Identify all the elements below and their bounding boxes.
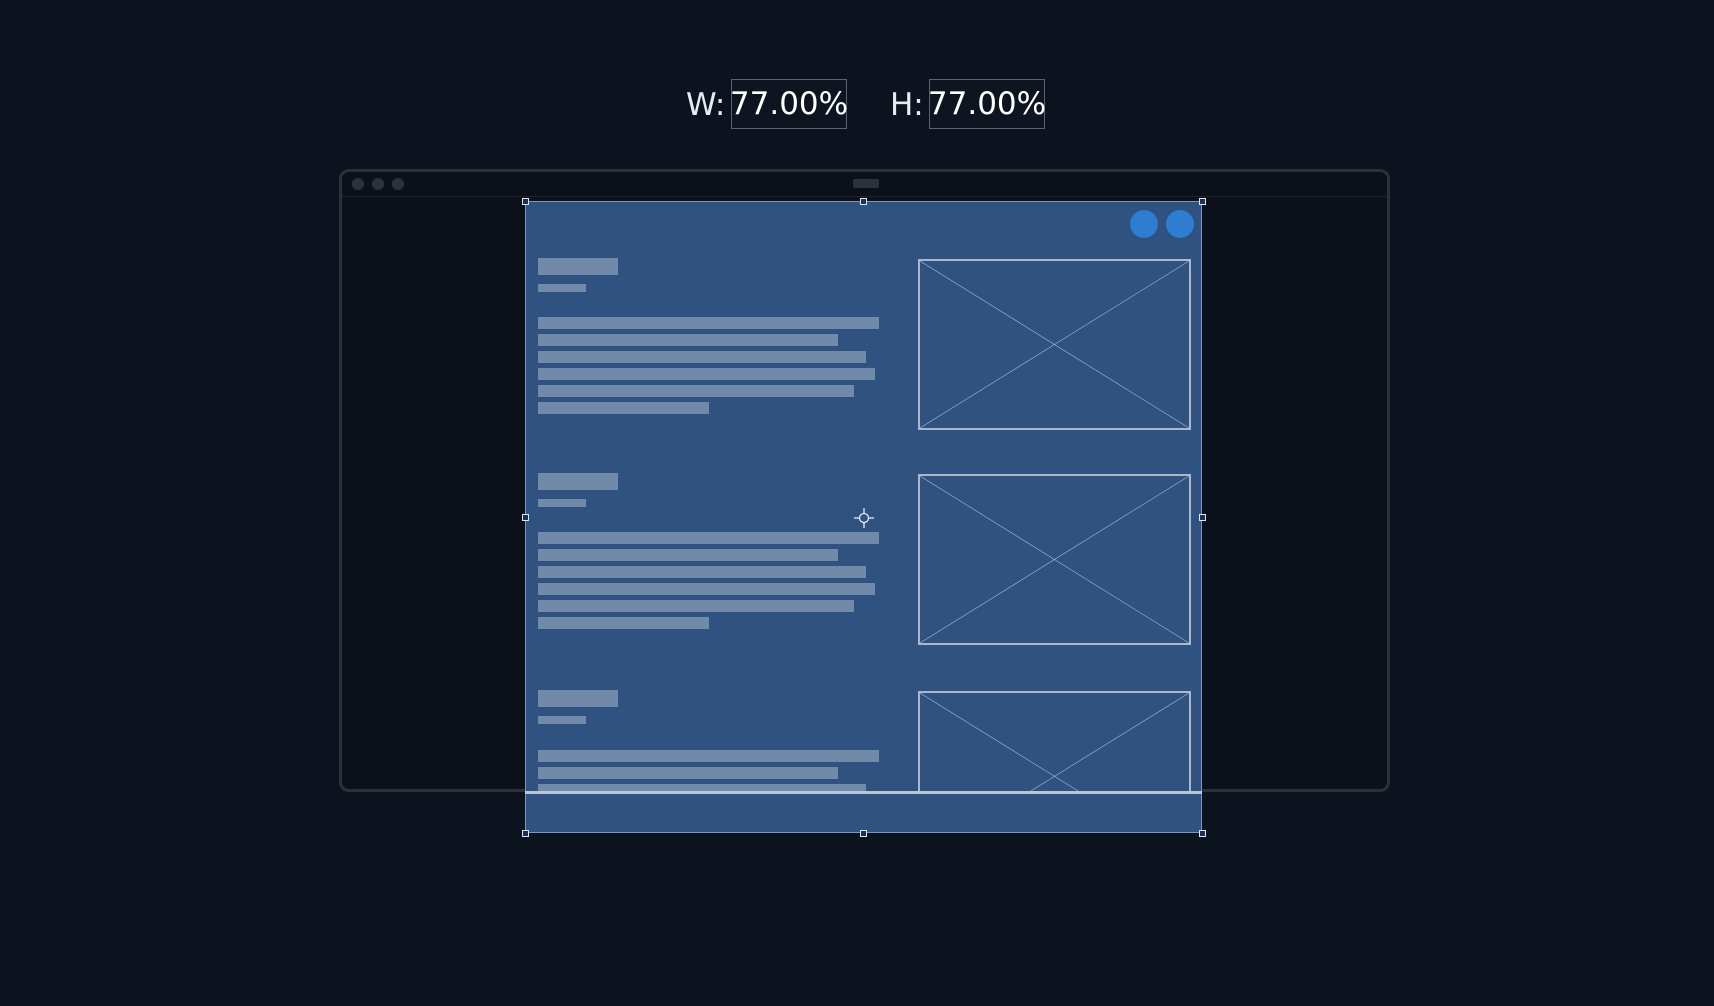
resize-handle-top-left[interactable] [522,198,529,205]
window-maximize-dot [392,178,404,190]
text-line-placeholder [538,566,866,578]
text-line-placeholder [538,532,879,544]
text-line-placeholder [538,334,838,346]
address-bar-placeholder [853,179,879,188]
height-input[interactable]: 77.00% [928,79,1046,129]
image-placeholder-icon [920,693,1189,793]
image-placeholder-icon [920,476,1189,643]
resize-handle-top[interactable] [860,198,867,205]
resize-handle-bottom[interactable] [860,830,867,837]
text-line-placeholder [538,317,879,329]
avatar-placeholder-1 [1130,210,1158,238]
text-line-placeholder [538,368,875,380]
image-placeholder-icon [920,261,1189,428]
window-close-dot [352,178,364,190]
avatar-placeholder-2 [1166,210,1194,238]
crosshair-icon[interactable] [854,508,874,528]
image-placeholder [918,691,1191,793]
width-input[interactable]: 77.00% [730,79,848,129]
heading-placeholder [538,258,618,275]
text-line-placeholder [538,600,854,612]
image-placeholder [918,259,1191,430]
resize-handle-top-right[interactable] [1199,198,1206,205]
text-line-placeholder [538,385,854,397]
dimension-readout: W: 77.00% H: 77.00% [0,79,1714,131]
image-placeholder [918,474,1191,645]
heading-placeholder [538,473,618,490]
height-label: H: [890,87,924,123]
window-titlebar [342,172,1387,197]
text-line-placeholder [538,750,879,762]
heading-placeholder [538,690,618,707]
resize-handle-bottom-right[interactable] [1199,830,1206,837]
text-line-placeholder [538,617,709,629]
width-label: W: [686,87,726,123]
text-line-placeholder [538,583,875,595]
window-bottom-edge [525,791,1202,794]
window-minimize-dot [372,178,384,190]
subheading-placeholder [538,499,586,507]
subheading-placeholder [538,284,586,292]
text-line-placeholder [538,549,838,561]
resize-handle-left[interactable] [522,514,529,521]
subheading-placeholder [538,716,586,724]
text-line-placeholder [538,351,866,363]
resize-handle-bottom-left[interactable] [522,830,529,837]
resize-handle-right[interactable] [1199,514,1206,521]
text-line-placeholder [538,402,709,414]
text-line-placeholder [538,767,838,779]
